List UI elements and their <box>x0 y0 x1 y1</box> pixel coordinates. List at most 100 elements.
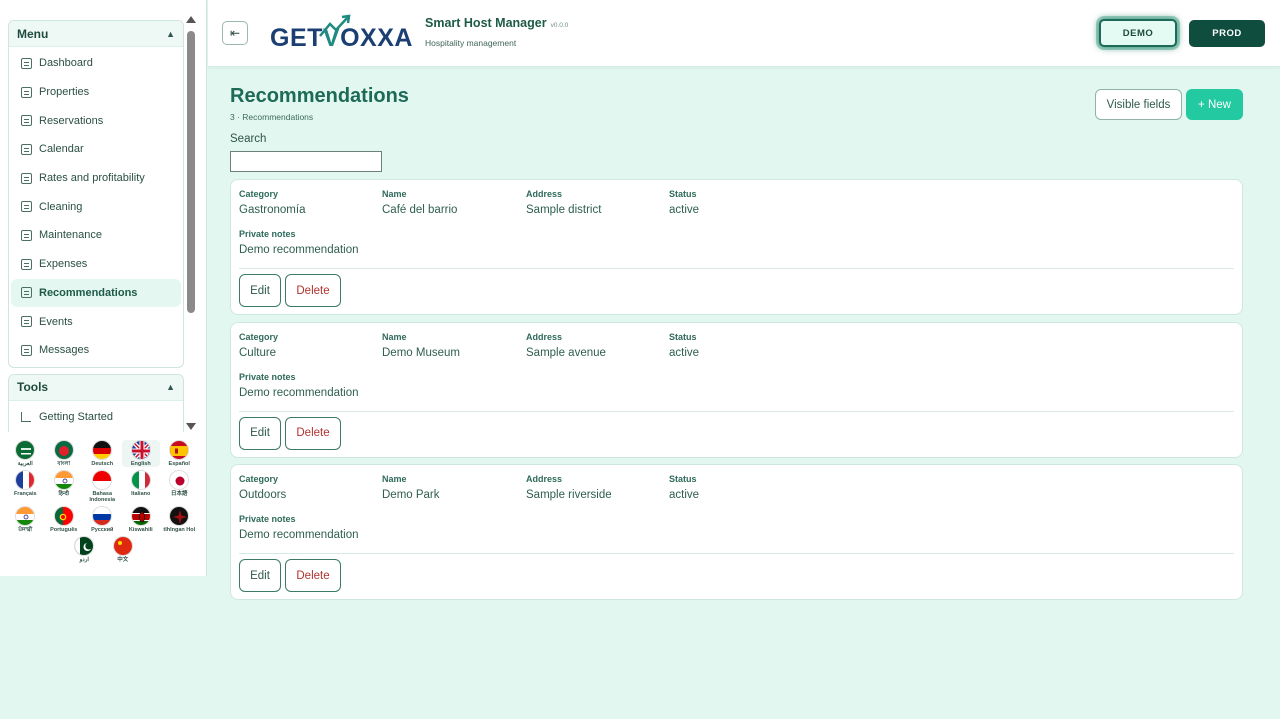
language-option[interactable]: Deutsch <box>83 440 122 467</box>
edit-button[interactable]: Edit <box>239 416 281 450</box>
language-selector: العربية বাংলা Deutsch English Español Françai… <box>6 440 201 566</box>
language-option[interactable]: বাংলা <box>45 440 84 467</box>
field-address: Address Sample riverside <box>526 474 612 501</box>
sidebar-item-getting-started[interactable]: Getting Started <box>11 403 181 432</box>
demo-environment-button[interactable]: DEMO <box>1099 19 1177 47</box>
sidebar-item-maintenance[interactable]: Maintenance <box>11 221 181 250</box>
sidebar-item-dashboard[interactable]: Dashboard <box>11 49 181 78</box>
language-option[interactable]: Português <box>45 506 84 533</box>
flag-pt-icon <box>53 506 74 526</box>
flag-id-icon <box>92 470 113 490</box>
language-label: Deutsch <box>91 461 114 467</box>
prod-environment-button[interactable]: PROD <box>1189 20 1265 47</box>
sidebar-item-rates-and-profitability[interactable]: Rates and profitability <box>11 164 181 193</box>
menu-panel-header[interactable]: Menu ▲ <box>9 21 183 47</box>
language-option[interactable]: العربية <box>6 440 45 467</box>
flag-bd-icon <box>53 440 74 460</box>
sidebar-item-label: Reservations <box>39 114 104 127</box>
language-option[interactable]: Italiano <box>122 470 161 503</box>
external-link-icon <box>21 411 31 422</box>
sidebar-item-recommendations[interactable]: Recommendations <box>11 278 181 308</box>
sidebar-item-events[interactable]: Events <box>11 307 181 336</box>
language-label: tlhIngan Hol <box>163 527 196 533</box>
tools-title: Tools <box>17 380 49 395</box>
language-label: Português <box>50 527 78 533</box>
language-option[interactable]: ਪੰਜਾਬੀ <box>6 506 45 533</box>
field-value: Sample riverside <box>526 489 612 502</box>
language-option[interactable]: English <box>121 440 160 467</box>
sidebar-item-expenses[interactable]: Expenses <box>11 250 181 279</box>
delete-button[interactable]: Delete <box>285 559 341 593</box>
logo-text-get: GET <box>270 24 323 52</box>
language-option[interactable]: Bahasa Indonesia <box>83 470 122 503</box>
language-label: Bahasa Indonesia <box>89 491 116 503</box>
scrollbar-thumb[interactable] <box>187 31 195 313</box>
sidebar-item-cleaning[interactable]: Cleaning <box>11 192 181 221</box>
sidebar-item-reservations[interactable]: Reservations <box>11 106 181 135</box>
edit-button[interactable]: Edit <box>239 274 281 307</box>
language-option[interactable]: 日本語 <box>160 470 199 503</box>
document-icon <box>21 229 32 241</box>
search-input[interactable] <box>230 151 382 172</box>
logo-arrow-icon <box>319 14 351 37</box>
scroll-down-arrow-icon[interactable] <box>186 423 196 430</box>
language-option[interactable]: Español <box>160 440 199 467</box>
language-label: 日本語 <box>170 491 188 497</box>
flag-ke-icon <box>130 506 151 526</box>
edit-button[interactable]: Edit <box>239 559 281 593</box>
delete-button[interactable]: Delete <box>285 274 341 307</box>
language-label: العربية <box>17 461 33 467</box>
language-option[interactable]: Русский <box>83 506 122 533</box>
scroll-up-arrow-icon[interactable] <box>186 16 196 23</box>
field-value: Sample avenue <box>526 346 606 359</box>
tools-panel-header[interactable]: Tools ▲ <box>9 374 183 401</box>
language-row: اردو 中文 <box>6 536 201 563</box>
field-label: Status <box>669 331 697 342</box>
field-value: active <box>669 204 700 216</box>
field-status: Status active <box>669 189 699 216</box>
sidebar-item-messages[interactable]: Messages <box>11 336 181 365</box>
field-value: Gastronomía <box>239 204 306 216</box>
record-count: 3 · Recommendations <box>230 112 314 122</box>
language-option[interactable]: tlhIngan Hol <box>160 506 199 533</box>
sidebar-item-label: Rates and profitability <box>39 172 145 185</box>
sidebar-item-properties[interactable]: Properties <box>11 78 181 107</box>
top-header: ⇤ GETVOXXA Smart Host Manager v0.0.0 Hosp… <box>208 0 1280 67</box>
card-divider <box>239 268 1234 269</box>
flag-gb-icon <box>130 440 151 460</box>
menu-title: Menu <box>17 26 49 41</box>
language-label: Español <box>168 461 190 467</box>
app-subtitle: Hospitality management <box>425 38 517 48</box>
language-label: Русский <box>91 527 114 533</box>
sidebar-toggle-button[interactable]: ⇤ <box>222 21 248 45</box>
new-recommendation-button[interactable]: + New <box>1186 89 1243 120</box>
language-option[interactable]: Kiswahili <box>122 506 161 533</box>
field-name: Name Demo Park <box>382 474 440 501</box>
field-label: Category <box>239 474 279 485</box>
document-icon <box>21 172 32 184</box>
flag-in-icon <box>53 470 74 490</box>
document-icon <box>21 258 32 270</box>
collapse-sidebar-icon: ⇤ <box>229 26 241 40</box>
language-option[interactable]: 中文 <box>104 536 143 563</box>
recommendation-card: Category Culture Name Demo Museum Address Sam… <box>230 321 1243 458</box>
field-label: Address <box>526 474 563 485</box>
card-divider <box>239 553 1234 555</box>
language-row: العربية বাংলা Deutsch English Español <box>6 440 201 467</box>
language-option[interactable]: Français <box>6 470 45 503</box>
field-value: Outdoors <box>239 489 287 502</box>
language-label: Italiano <box>131 491 151 497</box>
sidebar-scroll-area: Menu ▲ Dashboard Properties Reservations Ca… <box>0 14 200 432</box>
flag-in-icon <box>15 506 36 526</box>
field-value: active <box>669 346 700 359</box>
language-option[interactable]: اردو <box>65 536 104 563</box>
sidebar: Menu ▲ Dashboard Properties Reservations Ca… <box>0 0 207 576</box>
language-option[interactable]: हिन्दी <box>45 470 84 503</box>
sidebar-item-label: Recommendations <box>39 286 138 299</box>
language-label: اردو <box>79 557 89 563</box>
delete-button[interactable]: Delete <box>285 416 341 450</box>
sidebar-item-calendar[interactable]: Calendar <box>11 135 181 164</box>
sidebar-scrollbar[interactable] <box>186 16 196 430</box>
visible-fields-button[interactable]: Visible fields <box>1095 89 1182 120</box>
sidebar-item-label: Getting Started <box>39 410 113 423</box>
